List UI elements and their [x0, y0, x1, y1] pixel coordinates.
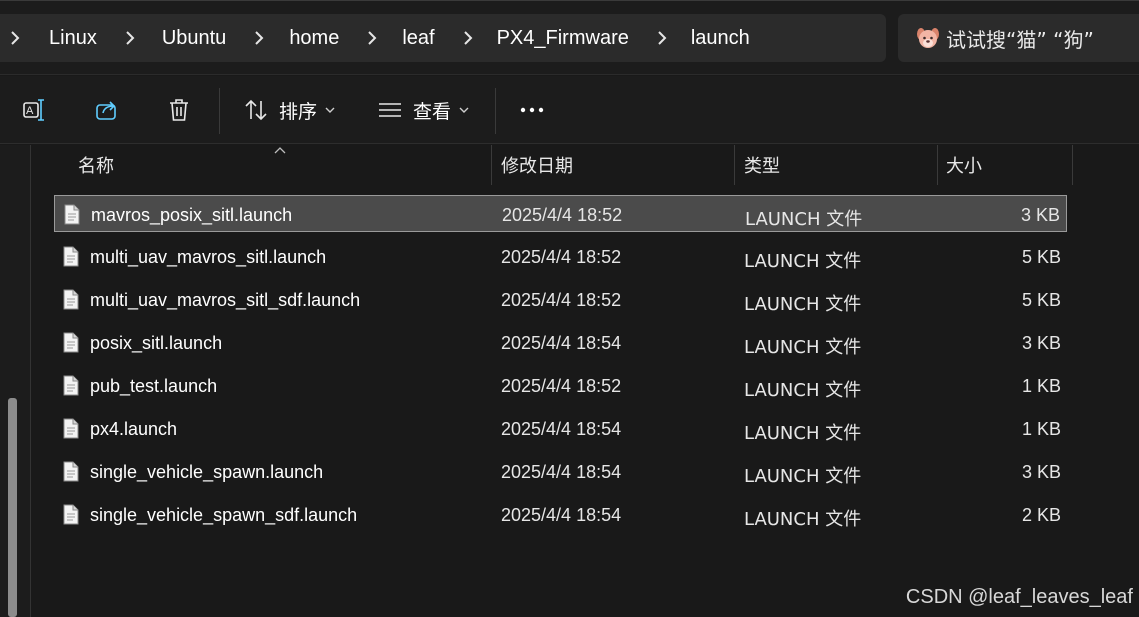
file-list: 名称 修改日期 类型 大小 mavros_posix_sitl.launch 20… — [32, 145, 1139, 617]
file-icon — [63, 332, 79, 353]
file-name[interactable]: mavros_posix_sitl.launch — [91, 205, 292, 226]
breadcrumb-item-linux[interactable]: Linux — [49, 27, 97, 50]
chevron-right-icon[interactable] — [461, 31, 475, 45]
file-type: LAUNCH 文件 — [744, 423, 862, 444]
view-button[interactable]: 查看 — [377, 92, 469, 128]
file-icon — [64, 204, 80, 225]
table-row[interactable]: single_vehicle_spawn_sdf.launch 2025/4/4 … — [54, 496, 1067, 533]
chevron-right-icon[interactable] — [8, 31, 22, 45]
chevron-right-icon[interactable] — [365, 31, 379, 45]
file-size: 5 KB — [1021, 290, 1061, 310]
file-icon — [63, 418, 79, 439]
column-divider[interactable] — [1072, 145, 1073, 185]
breadcrumb-item-home[interactable]: home — [289, 27, 339, 50]
svg-text:A: A — [26, 105, 34, 117]
view-label: 查看 — [413, 100, 452, 123]
breadcrumb-item-leaf[interactable]: leaf — [402, 27, 434, 50]
view-icon — [379, 103, 401, 117]
rename-icon[interactable]: A — [21, 96, 49, 124]
table-row[interactable]: single_vehicle_spawn.launch 2025/4/4 18:5… — [54, 453, 1067, 490]
top-divider — [0, 0, 1139, 1]
chevron-down-icon — [459, 107, 469, 113]
column-header-row: 名称 修改日期 类型 大小 — [32, 145, 1139, 185]
breadcrumb-item-ubuntu[interactable]: Ubuntu — [162, 27, 227, 50]
file-type: LAUNCH 文件 — [744, 380, 862, 401]
chevron-down-icon — [325, 107, 335, 113]
file-icon — [63, 375, 79, 396]
file-modified-date: 2025/4/4 18:52 — [501, 247, 622, 267]
breadcrumb-item-launch[interactable]: launch — [691, 27, 750, 50]
table-row[interactable]: pub_test.launch 2025/4/4 18:52 LAUNCH 文件 1 … — [54, 367, 1067, 404]
chevron-right-icon[interactable] — [252, 31, 266, 45]
sort-label: 排序 — [279, 100, 318, 123]
watermark: CSDN @leaf_leaves_leaf — [905, 586, 1133, 608]
file-name[interactable]: single_vehicle_spawn_sdf.launch — [90, 505, 357, 526]
file-modified-date: 2025/4/4 18:52 — [501, 376, 622, 396]
column-header-modified[interactable]: 修改日期 — [501, 145, 573, 185]
table-row[interactable]: px4.launch 2025/4/4 18:54 LAUNCH 文件 1 KB — [54, 410, 1067, 447]
file-modified-date: 2025/4/4 18:54 — [501, 462, 622, 482]
file-size: 3 KB — [1021, 462, 1061, 482]
file-size: 3 KB — [1021, 333, 1061, 353]
file-type: LAUNCH 文件 — [744, 294, 862, 315]
file-modified-date: 2025/4/4 18:52 — [501, 290, 622, 310]
file-name[interactable]: single_vehicle_spawn.launch — [90, 462, 323, 483]
file-modified-date: 2025/4/4 18:54 — [501, 505, 622, 525]
file-size: 5 KB — [1021, 247, 1061, 267]
table-row[interactable]: mavros_posix_sitl.launch 2025/4/4 18:52 LA… — [54, 195, 1067, 232]
sort-button[interactable]: 排序 — [243, 92, 335, 128]
sort-ascending-icon — [274, 147, 286, 154]
file-name[interactable]: multi_uav_mavros_sitl.launch — [90, 247, 326, 268]
file-modified-date: 2025/4/4 18:54 — [501, 333, 622, 353]
column-header-size[interactable]: 大小 — [946, 145, 982, 185]
file-icon — [63, 246, 79, 267]
address-bar-area: Linux Ubuntu home leaf PX4_Firmware laun… — [0, 0, 1139, 75]
file-type: LAUNCH 文件 — [744, 509, 862, 530]
file-name[interactable]: posix_sitl.launch — [90, 333, 222, 354]
table-row[interactable]: posix_sitl.launch 2025/4/4 18:54 LAUNCH 文件… — [54, 324, 1067, 361]
file-modified-date: 2025/4/4 18:52 — [502, 205, 623, 225]
toolbar-divider — [495, 88, 496, 134]
share-icon[interactable] — [93, 96, 121, 124]
file-icon — [63, 461, 79, 482]
breadcrumb-item-px4-firmware[interactable]: PX4_Firmware — [497, 27, 629, 50]
breadcrumb[interactable]: Linux Ubuntu home leaf PX4_Firmware laun… — [0, 14, 886, 62]
file-name[interactable]: px4.launch — [90, 419, 177, 440]
file-type: LAUNCH 文件 — [744, 466, 862, 487]
navigation-pane — [0, 145, 31, 617]
file-size: 1 KB — [1021, 419, 1061, 439]
dog-face-icon — [917, 28, 939, 48]
more-icon[interactable] — [518, 96, 546, 124]
search-placeholder[interactable]: 试试搜“猫” “狗” — [946, 24, 1094, 53]
vertical-scrollbar-thumb[interactable] — [8, 398, 17, 617]
file-type: LAUNCH 文件 — [744, 251, 862, 272]
file-icon — [63, 289, 79, 310]
column-header-name[interactable]: 名称 — [78, 145, 114, 185]
toolbar-divider — [219, 88, 220, 134]
chevron-right-icon[interactable] — [123, 31, 137, 45]
file-type: LAUNCH 文件 — [744, 337, 862, 358]
delete-icon[interactable] — [165, 96, 193, 124]
file-type: LAUNCH 文件 — [745, 209, 863, 230]
chevron-right-icon[interactable] — [655, 31, 669, 45]
table-row[interactable]: multi_uav_mavros_sitl.launch 2025/4/4 18:… — [54, 238, 1067, 275]
file-size: 3 KB — [1020, 205, 1060, 225]
column-divider[interactable] — [937, 145, 938, 185]
file-size: 2 KB — [1021, 505, 1061, 525]
file-name[interactable]: pub_test.launch — [90, 376, 217, 397]
command-bar: A 排序 查看 — [0, 76, 1139, 144]
search-box[interactable]: 试试搜“猫” “狗” — [898, 14, 1139, 62]
file-size: 1 KB — [1021, 376, 1061, 396]
column-header-type[interactable]: 类型 — [744, 145, 780, 185]
sort-icon — [245, 99, 267, 121]
file-name[interactable]: multi_uav_mavros_sitl_sdf.launch — [90, 290, 360, 311]
table-row[interactable]: multi_uav_mavros_sitl_sdf.launch 2025/4/4… — [54, 281, 1067, 318]
file-modified-date: 2025/4/4 18:54 — [501, 419, 622, 439]
column-divider[interactable] — [734, 145, 735, 185]
file-icon — [63, 504, 79, 525]
column-divider[interactable] — [491, 145, 492, 185]
